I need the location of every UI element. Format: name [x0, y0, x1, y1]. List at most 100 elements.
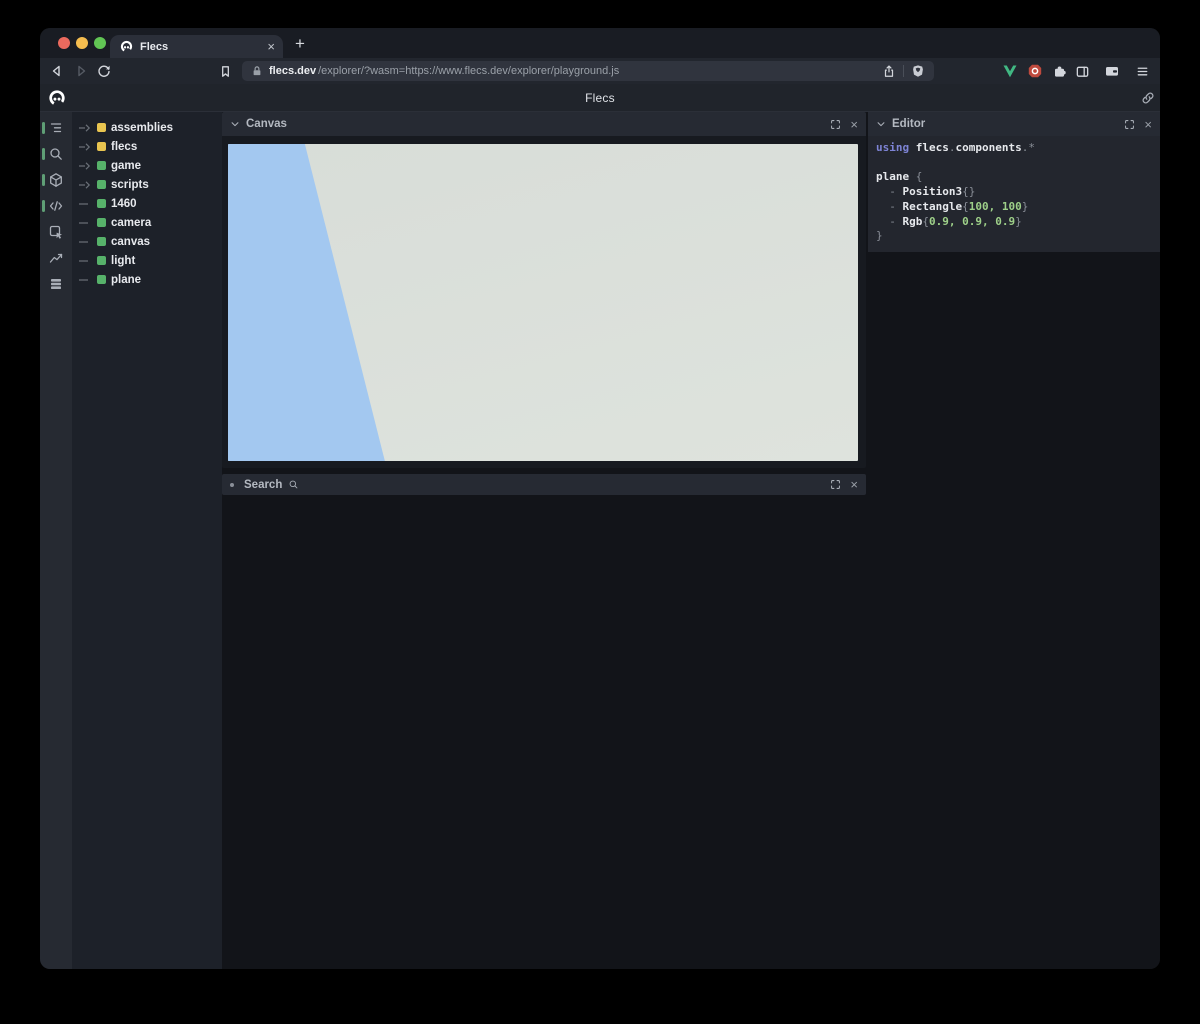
tree-item-1460[interactable]: 1460 [72, 194, 222, 213]
url-bar[interactable]: flecs.dev /explorer/?wasm=https://www.fl… [242, 61, 934, 81]
share-icon[interactable] [882, 64, 896, 78]
sidebar-item-search[interactable] [40, 141, 72, 167]
canvas-panel-header[interactable]: Canvas × [222, 112, 866, 136]
window-close-button[interactable] [58, 37, 70, 49]
entity-color-swatch [97, 237, 106, 246]
code-icon [48, 198, 64, 214]
tree-item-plane[interactable]: plane [72, 270, 222, 289]
code-line: using flecs.components.* [876, 141, 1160, 156]
divider [903, 65, 904, 77]
fullscreen-icon[interactable] [830, 479, 841, 490]
close-icon[interactable]: × [850, 118, 858, 131]
forward-button[interactable] [72, 58, 90, 84]
entity-label: assemblies [111, 122, 173, 134]
chevron-down-icon[interactable] [230, 119, 240, 129]
editor-panel-header[interactable]: Editor × [868, 112, 1160, 136]
entity-color-swatch [97, 180, 106, 189]
entity-color-swatch [97, 123, 106, 132]
fullscreen-icon[interactable] [1124, 119, 1135, 130]
share-link-icon[interactable] [1140, 90, 1156, 106]
wallet-icon[interactable] [1103, 58, 1120, 84]
search-panel-header[interactable]: Search × [222, 474, 866, 495]
editor-code[interactable]: using flecs.components.* plane { - Posit… [868, 136, 1160, 252]
menu-hamburger-icon[interactable] [1134, 58, 1150, 84]
entity-color-swatch [97, 142, 106, 151]
flecs-logo-icon [48, 89, 66, 107]
tab-close-icon[interactable]: × [267, 40, 275, 53]
tab-strip: Flecs × + [40, 28, 1160, 58]
entity-color-swatch [97, 161, 106, 170]
browser-window: Flecs × + [40, 28, 1160, 969]
tree-item-camera[interactable]: camera [72, 213, 222, 232]
window-zoom-button[interactable] [94, 37, 106, 49]
sidebar-toggle-icon[interactable] [1074, 58, 1090, 84]
expand-arrow-icon[interactable] [78, 179, 92, 191]
collapsed-dot-icon [230, 483, 234, 487]
tab-title: Flecs [140, 41, 260, 53]
sidebar-item-inspector[interactable] [40, 219, 72, 245]
vue-devtools-extension-icon[interactable] [1002, 58, 1018, 84]
leaf-line-icon [78, 255, 92, 267]
tree-item-light[interactable]: light [72, 251, 222, 270]
code-line [876, 156, 1160, 171]
new-tab-button[interactable]: + [289, 33, 311, 55]
tree-item-canvas[interactable]: canvas [72, 232, 222, 251]
editor-panel: Editor × using flecs.components.* plane … [868, 112, 1160, 252]
entity-label: light [111, 255, 135, 267]
app-header: Flecs [40, 84, 1160, 112]
icon-rail [40, 112, 72, 969]
entity-label: plane [111, 274, 141, 286]
brave-shield-icon[interactable] [911, 64, 925, 78]
expand-arrow-icon[interactable] [78, 141, 92, 153]
entity-label: 1460 [111, 198, 137, 210]
expand-arrow-icon[interactable] [78, 160, 92, 172]
desktop-background: Flecs × + [0, 0, 1200, 1024]
window-minimize-button[interactable] [76, 37, 88, 49]
extensions-puzzle-icon[interactable] [1051, 58, 1067, 84]
fullscreen-icon[interactable] [830, 119, 841, 130]
entity-label: scripts [111, 179, 149, 191]
sidebar-item-tables[interactable] [40, 271, 72, 297]
canvas-sky [228, 144, 858, 461]
search-panel: Search × [222, 474, 866, 495]
page-title: Flecs [40, 84, 1160, 112]
leaf-line-icon [78, 198, 92, 210]
editor-panel-title: Editor [892, 118, 1118, 130]
bookmark-icon[interactable] [216, 58, 234, 84]
sidebar-item-stats[interactable] [40, 245, 72, 271]
leaf-line-icon [78, 236, 92, 248]
tree-item-assemblies[interactable]: assemblies [72, 118, 222, 137]
url-domain: flecs.dev [269, 65, 316, 77]
search-icon [48, 146, 64, 162]
reload-button[interactable] [95, 58, 113, 84]
entity-label: camera [111, 217, 151, 229]
cursor-select-icon [48, 224, 64, 240]
url-path: /explorer/?wasm=https://www.flecs.dev/ex… [318, 65, 619, 77]
sidebar-item-entity-tree[interactable] [40, 115, 72, 141]
tree-item-game[interactable]: game [72, 156, 222, 175]
leaf-line-icon [78, 217, 92, 229]
tree-item-scripts[interactable]: scripts [72, 175, 222, 194]
canvas-scene[interactable] [228, 144, 858, 461]
tree-item-flecs[interactable]: flecs [72, 137, 222, 156]
chevron-down-icon[interactable] [876, 119, 886, 129]
lock-icon [251, 65, 263, 77]
close-icon[interactable]: × [1144, 118, 1152, 131]
entity-color-swatch [97, 199, 106, 208]
entity-label: flecs [111, 141, 137, 153]
line-chart-icon [48, 250, 64, 266]
entity-label: canvas [111, 236, 150, 248]
sidebar-item-code[interactable] [40, 193, 72, 219]
back-button[interactable] [48, 58, 66, 84]
close-icon[interactable]: × [850, 478, 858, 491]
browser-tab-flecs[interactable]: Flecs × [110, 35, 283, 58]
sidebar-item-entities[interactable] [40, 167, 72, 193]
code-line: - Rgb{0.9, 0.9, 0.9} [876, 215, 1160, 230]
red-extension-icon[interactable] [1027, 58, 1043, 84]
code-line: - Position3{} [876, 185, 1160, 200]
stack-rows-icon [48, 276, 64, 292]
entity-color-swatch [97, 218, 106, 227]
canvas-panel: Canvas × [222, 112, 866, 468]
entity-color-swatch [97, 256, 106, 265]
expand-arrow-icon[interactable] [78, 122, 92, 134]
